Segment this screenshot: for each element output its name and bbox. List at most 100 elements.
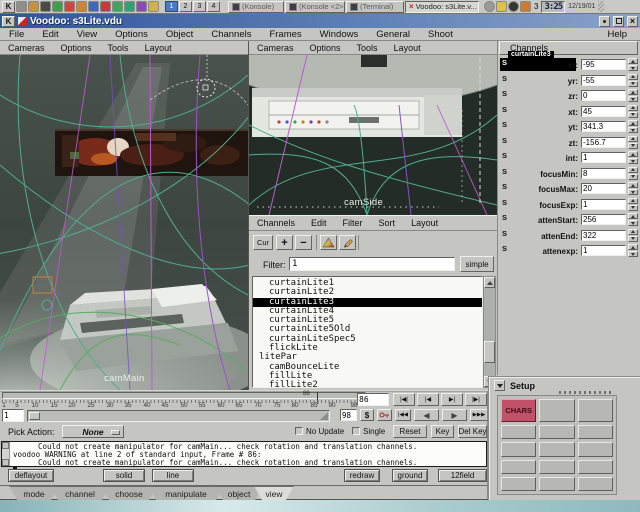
k-menu-button[interactable]: K <box>2 1 15 13</box>
range-start-input[interactable] <box>2 409 24 422</box>
dollar-button[interactable]: $ <box>360 409 374 421</box>
value-spinner[interactable] <box>628 105 638 118</box>
list-item[interactable]: fillLite2 <box>253 381 482 388</box>
viewport-main-canvas[interactable] <box>0 55 248 390</box>
12field-button[interactable]: 12field <box>438 469 487 482</box>
menu-frames[interactable]: Frames <box>260 29 310 40</box>
s-toggle[interactable]: S <box>502 214 507 221</box>
console-scroll-down[interactable] <box>2 459 9 466</box>
value-spinner[interactable] <box>628 120 638 133</box>
value-spinner[interactable] <box>628 89 638 102</box>
value-spinner[interactable] <box>628 151 638 164</box>
graph-editor-button[interactable] <box>320 235 337 250</box>
pager-desktop-1[interactable]: 1 <box>165 1 178 12</box>
menu-cameras[interactable]: Cameras <box>249 43 302 53</box>
slider-resize-grip[interactable] <box>320 412 328 420</box>
menu-windows[interactable]: Windows <box>311 29 368 40</box>
task-button-konsole[interactable]: (Konsole) <box>228 1 284 13</box>
s-toggle[interactable]: S <box>502 230 507 237</box>
setup-slot-button[interactable] <box>501 442 536 456</box>
tray-lock-icon[interactable] <box>496 1 507 12</box>
menu-sort[interactable]: Sort <box>371 218 404 228</box>
channel-value-input[interactable] <box>581 137 626 148</box>
channel-value-input[interactable] <box>581 75 626 86</box>
deflayout-button[interactable]: deflayout <box>8 469 54 482</box>
channel-value-input[interactable] <box>581 59 626 70</box>
value-spinner[interactable] <box>628 244 638 257</box>
channel-value-input[interactable] <box>581 168 626 179</box>
filter-input[interactable] <box>289 257 455 271</box>
menu-channels[interactable]: Channels <box>249 218 303 228</box>
setup-slot-button[interactable] <box>501 477 536 491</box>
pager-desktop-2[interactable]: 2 <box>179 1 192 12</box>
line-button[interactable]: line <box>152 469 194 482</box>
chars-button[interactable]: CHARS <box>501 399 536 422</box>
s-toggle[interactable]: S <box>502 90 507 97</box>
pager-desktop-4[interactable]: 4 <box>207 1 220 12</box>
ruler-groove[interactable] <box>2 392 366 399</box>
s-toggle[interactable]: S <box>502 75 507 82</box>
menu-options[interactable]: Options <box>302 43 349 53</box>
value-spinner[interactable] <box>628 213 638 226</box>
value-spinner[interactable] <box>628 229 638 242</box>
maximize-button[interactable] <box>613 16 624 27</box>
menu-channels[interactable]: Channels <box>202 29 260 40</box>
task-button-konsole2[interactable]: (Konsole <2>) <box>285 1 345 13</box>
current-frame-input[interactable] <box>357 393 389 406</box>
setup-slot-button[interactable] <box>578 399 613 422</box>
taskbar-app-icon-help[interactable] <box>64 1 75 12</box>
taskbar-app-icon-pages[interactable] <box>112 1 123 12</box>
setup-slot-button[interactable] <box>539 425 574 439</box>
taskbar-app-icon-home[interactable] <box>76 1 87 12</box>
menu-view[interactable]: View <box>68 29 106 40</box>
s-toggle[interactable]: S <box>502 137 507 144</box>
menu-tools[interactable]: Tools <box>100 43 137 53</box>
s-toggle[interactable]: S <box>502 168 507 175</box>
channel-value-input[interactable] <box>581 121 626 132</box>
menu-cameras[interactable]: Cameras <box>0 43 53 53</box>
tray-gear-icon[interactable] <box>484 1 495 12</box>
taskbar-resize-grip[interactable] <box>598 1 604 12</box>
channel-value-input[interactable] <box>581 152 626 163</box>
setup-slot-button[interactable] <box>501 425 536 439</box>
pager-desktop-3[interactable]: 3 <box>193 1 206 12</box>
s-toggle[interactable]: S <box>502 199 507 206</box>
reset-button[interactable]: Reset <box>393 425 427 438</box>
s-toggle[interactable]: S <box>502 152 507 159</box>
channel-value-input[interactable] <box>581 106 626 117</box>
go-to-start-button[interactable]: |◀| <box>393 393 415 406</box>
menu-edit[interactable]: Edit <box>33 29 67 40</box>
tray-klipper-icon[interactable] <box>520 1 531 12</box>
menu-layout[interactable]: Layout <box>386 43 429 53</box>
menu-options[interactable]: Options <box>53 43 100 53</box>
setup-slot-button[interactable] <box>578 460 613 474</box>
prev-key-button[interactable]: |◀ <box>417 393 439 406</box>
ground-button[interactable]: ground <box>392 469 428 482</box>
task-button-voodoo-active[interactable]: × Voodoo: s3Lite.v... <box>405 1 479 13</box>
s-toggle[interactable]: S <box>502 121 507 128</box>
play-backward-button[interactable]: ◀ <box>414 409 439 421</box>
menu-general[interactable]: General <box>367 29 419 40</box>
timeline-ruler[interactable]: 86 1 5 10 15 20 25 30 35 40 45 50 55 60 … <box>0 392 368 409</box>
console-scroll-up[interactable] <box>2 442 9 449</box>
no-update-checkbox[interactable] <box>295 427 303 435</box>
pick-action-dropdown[interactable]: None <box>62 425 124 438</box>
viewport-side-canvas[interactable] <box>249 55 497 215</box>
setup-slot-button[interactable] <box>578 477 613 491</box>
redraw-button[interactable]: redraw <box>344 469 380 482</box>
menu-tools[interactable]: Tools <box>349 43 386 53</box>
cur-button[interactable]: Cur <box>253 235 273 250</box>
channel-value-input[interactable] <box>581 214 626 225</box>
taskbar-app-icon-gear[interactable] <box>16 1 27 12</box>
setup-slot-button[interactable] <box>539 460 574 474</box>
menu-file[interactable]: File <box>0 29 33 40</box>
setup-collapse-button[interactable] <box>494 380 505 391</box>
taskbar-app-icon-globe[interactable] <box>88 1 99 12</box>
simple-filter-button[interactable]: simple <box>460 256 494 272</box>
value-spinner[interactable] <box>628 182 638 195</box>
menu-options[interactable]: Options <box>106 29 157 40</box>
next-key-button[interactable]: ▶| <box>441 393 463 406</box>
console-scrollbar[interactable] <box>2 442 10 466</box>
close-button[interactable]: × <box>627 16 638 27</box>
single-checkbox[interactable] <box>352 427 360 435</box>
